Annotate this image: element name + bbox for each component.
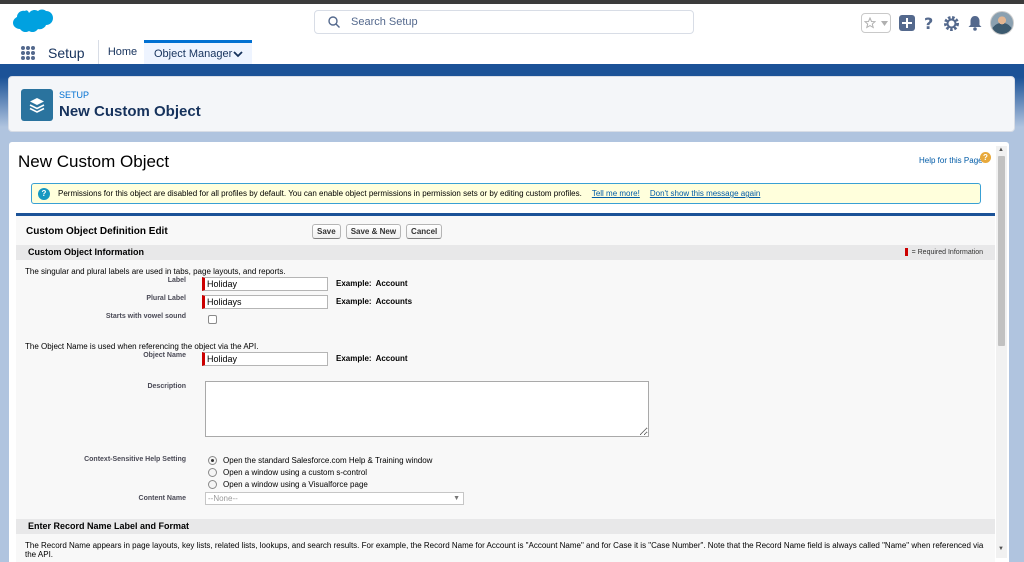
help-option-visualforce[interactable]: Open a window using a Visualforce page: [208, 480, 368, 489]
radio-button[interactable]: [208, 480, 217, 489]
setup-gear-icon[interactable]: [943, 15, 960, 32]
chevron-down-icon: ▼: [453, 495, 460, 502]
example-value: Account: [375, 279, 408, 288]
help-option-scontrol[interactable]: Open a window using a custom s-control: [208, 468, 367, 477]
notifications-bell-icon[interactable]: [968, 15, 982, 31]
help-setting-field-label: Context-Sensitive Help Setting: [84, 456, 186, 463]
favorites-star-icon: [864, 17, 877, 29]
help-for-page-link[interactable]: Help for this Page: [919, 156, 983, 165]
record-name-description: The Record Name appears in page layouts,…: [25, 541, 984, 559]
content-name-select[interactable]: --None-- ▼: [205, 492, 464, 505]
save-button[interactable]: Save: [312, 224, 341, 239]
description-textarea[interactable]: [205, 381, 649, 437]
example-key: Example:: [336, 354, 372, 363]
content-title: New Custom Object: [18, 152, 170, 171]
object-name-input[interactable]: [202, 352, 328, 366]
tab-object-manager[interactable]: Object Manager: [144, 40, 252, 64]
global-header: ?: [0, 4, 1024, 40]
plural-label-example: Example: Accounts: [336, 297, 412, 306]
save-and-new-button[interactable]: Save & New: [345, 224, 402, 239]
edit-block-title: Custom Object Definition Edit: [26, 226, 168, 237]
radio-label: Open a window using a Visualforce page: [223, 480, 368, 489]
info-message-text: Permissions for this object are disabled…: [58, 189, 582, 198]
label-example: Example: Account: [336, 279, 408, 288]
help-question-icon[interactable]: ?: [980, 152, 991, 163]
radio-button[interactable]: [208, 456, 217, 465]
help-icon[interactable]: ?: [923, 15, 935, 31]
search-box[interactable]: [314, 10, 694, 34]
section-header-record-name: Enter Record Name Label and Format: [16, 519, 995, 534]
info-icon: ?: [38, 187, 50, 200]
nav-divider: [98, 40, 99, 64]
svg-text:?: ?: [924, 15, 933, 31]
required-legend: = Required Information: [904, 245, 983, 260]
vowel-checkbox[interactable]: [208, 315, 217, 324]
chevron-down-icon[interactable]: [232, 48, 244, 60]
salesforce-logo[interactable]: [12, 8, 54, 38]
main-content: New Custom Object Help for this Page ? ?…: [9, 142, 1009, 562]
custom-object-edit-block: Custom Object Definition Edit Save Save …: [16, 213, 995, 562]
dont-show-again-link[interactable]: Don't show this message again: [650, 189, 760, 198]
breadcrumb[interactable]: SETUP: [59, 90, 89, 100]
select-value: --None--: [208, 494, 238, 503]
app-name: Setup: [48, 45, 85, 61]
page-title: New Custom Object: [59, 103, 201, 120]
app-launcher-icon[interactable]: [21, 46, 35, 60]
section-title: Enter Record Name Label and Format: [28, 521, 190, 531]
plural-label-input[interactable]: [202, 295, 328, 309]
tell-me-more-link[interactable]: Tell me more!: [592, 189, 640, 198]
description-field-label: Description: [147, 383, 186, 390]
user-avatar[interactable]: [990, 11, 1014, 35]
add-icon[interactable]: [899, 15, 915, 31]
header-actions: ?: [861, 10, 1014, 36]
example-value: Accounts: [375, 297, 413, 306]
search-input[interactable]: [351, 14, 681, 30]
scrollbar-thumb[interactable]: [998, 156, 1005, 346]
stack-layers-icon: [21, 89, 53, 121]
scroll-down-icon[interactable]: ▼: [998, 546, 1004, 552]
label-input[interactable]: [202, 277, 328, 291]
button-bar: Save Save & New Cancel: [312, 224, 443, 239]
example-key: Example:: [336, 279, 372, 288]
tab-object-manager-label: Object Manager: [154, 47, 233, 60]
required-legend-text: = Required Information: [911, 249, 983, 256]
tab-home[interactable]: Home: [101, 40, 144, 64]
radio-label: Open the standard Salesforce.com Help & …: [223, 456, 433, 465]
help-option-standard[interactable]: Open the standard Salesforce.com Help & …: [208, 456, 432, 465]
labels-note: The singular and plural labels are used …: [25, 267, 286, 276]
cancel-button[interactable]: Cancel: [406, 224, 443, 239]
info-message: ? Permissions for this object are disabl…: [31, 183, 981, 204]
app-navigation-bar: Setup Home Object Manager: [0, 40, 1024, 67]
content-name-field-label: Content Name: [138, 495, 186, 502]
label-field-label: Label: [167, 277, 186, 284]
radio-button[interactable]: [208, 468, 217, 477]
chevron-down-icon: [880, 20, 888, 26]
favorites-button[interactable]: [861, 13, 891, 33]
plural-label-field-label: Plural Label: [146, 295, 186, 302]
vowel-field-label: Starts with vowel sound: [105, 313, 186, 320]
section-title: Custom Object Information: [28, 247, 145, 257]
vertical-scrollbar[interactable]: ▲ ▼: [996, 146, 1007, 558]
section-header-object-info: Custom Object Information = Required Inf…: [16, 245, 995, 260]
api-note: The Object Name is used when referencing…: [25, 342, 259, 351]
example-key: Example:: [336, 297, 372, 306]
object-name-example: Example: Account: [336, 354, 408, 363]
page-header: SETUP New Custom Object: [8, 76, 1015, 132]
scroll-up-icon[interactable]: ▲: [998, 147, 1004, 153]
radio-label: Open a window using a custom s-control: [223, 468, 368, 477]
example-value: Account: [375, 354, 408, 363]
search-icon: [328, 16, 340, 28]
object-name-field-label: Object Name: [143, 352, 186, 359]
